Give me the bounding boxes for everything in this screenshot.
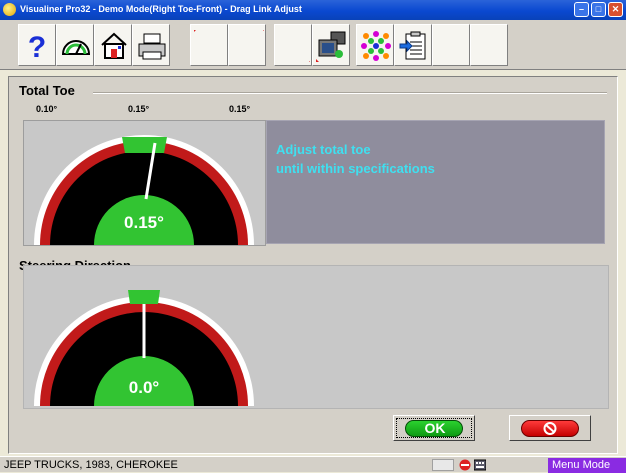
targets-button[interactable]: [356, 24, 394, 66]
cancel-button[interactable]: [509, 415, 591, 441]
app-icon: [3, 3, 16, 16]
status-bar: JEEP TRUCKS, 1983, CHEROKEE Menu Mode: [0, 456, 626, 473]
blank-icon: [309, 61, 310, 62]
svg-text:?: ?: [28, 31, 46, 62]
cancel-pill: [521, 420, 579, 437]
no-entry-icon: [459, 459, 471, 471]
toe-reading: 0.15°: [124, 213, 164, 232]
toolbar-button-12[interactable]: [470, 24, 508, 66]
maximize-icon[interactable]: □: [591, 2, 606, 17]
ok-button[interactable]: OK: [393, 415, 475, 441]
close-icon[interactable]: ✕: [608, 2, 623, 17]
window-title: Visualiner Pro32 - Demo Mode(Right Toe-F…: [20, 4, 302, 14]
toolbar: ?: [0, 20, 626, 70]
keyboard-icon: [474, 459, 486, 471]
spec-min-label: 0.10°: [36, 104, 58, 114]
steering-gauge-box: 0.0°: [23, 265, 609, 409]
target-dots-icon: [361, 31, 391, 61]
toolbar-button-5[interactable]: [190, 24, 228, 66]
help-icon: ?: [28, 31, 46, 62]
blank-corner-icon: [263, 30, 264, 31]
vehicle-info: JEEP TRUCKS, 1983, CHEROKEE: [4, 459, 178, 471]
spec-target-label: 0.15°: [128, 104, 150, 114]
clipboard-arrow-icon: [399, 31, 426, 60]
instruction-line-2: until within specifications: [276, 161, 435, 176]
toolbar-button-7[interactable]: [274, 24, 312, 66]
section-divider: [93, 92, 607, 94]
mode-indicator: Menu Mode: [548, 458, 626, 473]
print-button[interactable]: [132, 24, 170, 66]
title-bar: Visualiner Pro32 - Demo Mode(Right Toe-F…: [0, 0, 626, 20]
total-toe-gauge: 0.15°: [23, 120, 266, 246]
ok-pill: OK: [405, 420, 463, 437]
main-panel: Total Toe 0.10° 0.15° 0.15° 0.15° Adjust…: [8, 76, 618, 454]
cancel-icon: [543, 422, 557, 435]
help-button[interactable]: ?: [18, 24, 56, 66]
clipboard-button[interactable]: [394, 24, 432, 66]
toolbar-button-11[interactable]: [432, 24, 470, 66]
blank-corner-icon: [194, 30, 196, 32]
instruction-panel: Adjust total toe until within specificat…: [266, 120, 605, 244]
spec-max-label: 0.15°: [229, 104, 251, 114]
ok-label: OK: [424, 420, 446, 436]
vehicle-camera-icon: [316, 31, 346, 62]
instruction-line-1: Adjust total toe: [276, 142, 371, 157]
minimize-icon[interactable]: –: [574, 2, 589, 17]
steering-reading: 0.0°: [128, 378, 160, 397]
home-icon: [101, 32, 127, 59]
gauge-button[interactable]: [56, 24, 94, 66]
total-toe-title: Total Toe: [19, 83, 75, 98]
status-indicator: [432, 459, 454, 471]
toolbar-button-6[interactable]: [228, 24, 266, 66]
vehicle-camera-button[interactable]: [312, 24, 350, 66]
home-button[interactable]: [94, 24, 132, 66]
gauge-icon: [61, 40, 91, 55]
printer-icon: [138, 33, 166, 60]
